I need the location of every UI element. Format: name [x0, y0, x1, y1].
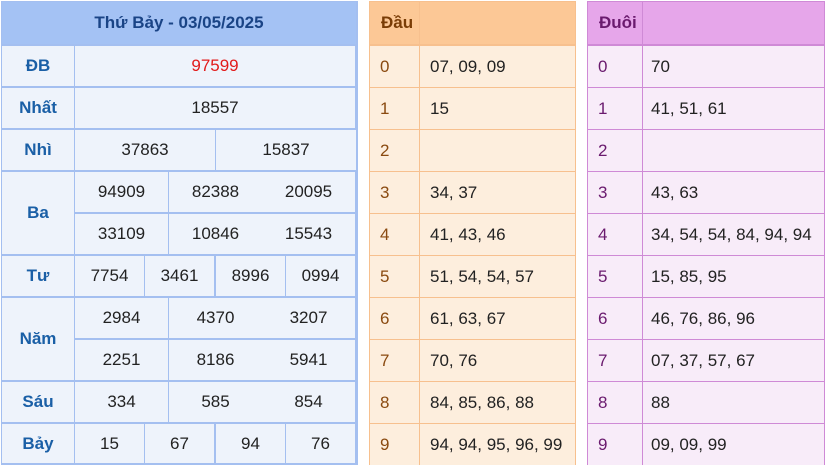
duoi-values: 46, 76, 86, 96	[643, 298, 824, 339]
prize-label: Bảy	[2, 424, 74, 463]
results-title: Thứ Bảy - 03/05/2025	[2, 2, 356, 44]
prize-label: Nhất	[2, 88, 74, 128]
duoi-digit: 6	[588, 298, 642, 339]
prize-number: 67	[145, 424, 214, 463]
duoi-title: Đuôi	[588, 2, 642, 44]
duoi-values: 41, 51, 61	[643, 88, 824, 129]
duoi-digit: 7	[588, 340, 642, 381]
duoi-header-blank	[643, 2, 824, 44]
duoi-values: 07, 37, 57, 67	[643, 340, 824, 381]
duoi-digit: 4	[588, 214, 642, 255]
prize-label: Ba	[2, 172, 74, 254]
prize-number: 7754	[75, 256, 144, 296]
duoi-digit: 0	[588, 46, 642, 87]
prize-number: 94909	[75, 172, 168, 212]
dau-digit: 6	[370, 298, 419, 339]
prize-number: 585	[169, 382, 262, 422]
duoi-digit: 2	[588, 130, 642, 171]
dau-values: 41, 43, 46	[420, 214, 575, 255]
duoi-values	[643, 130, 824, 171]
prize-label: ĐB	[2, 46, 74, 86]
prize-number: 33109	[75, 214, 168, 254]
duoi-digit: 8	[588, 382, 642, 423]
duoi-values: 88	[643, 382, 824, 423]
duoi-digit: 9	[588, 424, 642, 465]
prize-number: 15543	[262, 214, 355, 254]
dau-header-blank	[420, 2, 575, 44]
prize-number: 4370	[169, 298, 262, 338]
dau-values: 51, 54, 54, 57	[420, 256, 575, 297]
prize-number: 8996	[216, 256, 285, 296]
prize-label: Năm	[2, 298, 74, 380]
dau-values: 61, 63, 67	[420, 298, 575, 339]
prize-number: 15	[75, 424, 144, 463]
prize-label: Tư	[2, 256, 74, 296]
prize-number: 0994	[286, 256, 355, 296]
dau-values: 15	[420, 88, 575, 129]
duoi-digit: 1	[588, 88, 642, 129]
prize-number: 20095	[262, 172, 355, 212]
prize-number: 3207	[262, 298, 355, 338]
dau-values: 94, 94, 95, 96, 99	[420, 424, 575, 465]
prize-number: 10846	[169, 214, 262, 254]
duoi-digit: 3	[588, 172, 642, 213]
dau-digit: 7	[370, 340, 419, 381]
special-prize-number: 97599	[75, 46, 355, 86]
dau-values: 84, 85, 86, 88	[420, 382, 575, 423]
prize-number: 2251	[75, 340, 168, 380]
dau-digit: 1	[370, 88, 419, 129]
dau-digit: 9	[370, 424, 419, 465]
prize-number: 854	[262, 382, 355, 422]
dau-values: 34, 37	[420, 172, 575, 213]
results-table: Thứ Bảy - 03/05/2025 ĐB 97599 Nhất 18557 Nhì 3…	[1, 1, 358, 465]
duoi-digit: 5	[588, 256, 642, 297]
prize-number: 37863	[75, 130, 215, 170]
prize-number: 8186	[169, 340, 262, 380]
tail-digit-table: Đuôi 0 70 1 41, 51, 61 2 3 43, 63 4 34, 54, 54, 8…	[587, 1, 825, 465]
prize-number: 76	[286, 424, 355, 463]
dau-digit: 0	[370, 46, 419, 87]
prize-number: 334	[75, 382, 168, 422]
dau-digit: 4	[370, 214, 419, 255]
dau-digit: 8	[370, 382, 419, 423]
prize-number: 94	[216, 424, 285, 463]
prize-label: Nhì	[2, 130, 74, 170]
duoi-values: 09, 09, 99	[643, 424, 824, 465]
prize-number: 2984	[75, 298, 168, 338]
prize-number: 15837	[216, 130, 356, 170]
dau-values: 70, 76	[420, 340, 575, 381]
dau-values: 07, 09, 09	[420, 46, 575, 87]
dau-digit: 2	[370, 130, 419, 171]
duoi-values: 43, 63	[643, 172, 824, 213]
dau-digit: 3	[370, 172, 419, 213]
duoi-values: 70	[643, 46, 824, 87]
prize-number: 3461	[145, 256, 214, 296]
prize-label: Sáu	[2, 382, 74, 422]
dau-title: Đầu	[370, 2, 419, 44]
prize-number: 18557	[75, 88, 355, 128]
duoi-values: 34, 54, 54, 84, 94, 94	[643, 214, 824, 255]
dau-values	[420, 130, 575, 171]
dau-digit: 5	[370, 256, 419, 297]
duoi-values: 15, 85, 95	[643, 256, 824, 297]
head-digit-table: Đầu 0 07, 09, 09 1 15 2 3 34, 37 4 41, 43, 46 5 51,…	[369, 1, 576, 465]
prize-number: 5941	[262, 340, 355, 380]
prize-number: 82388	[169, 172, 262, 212]
